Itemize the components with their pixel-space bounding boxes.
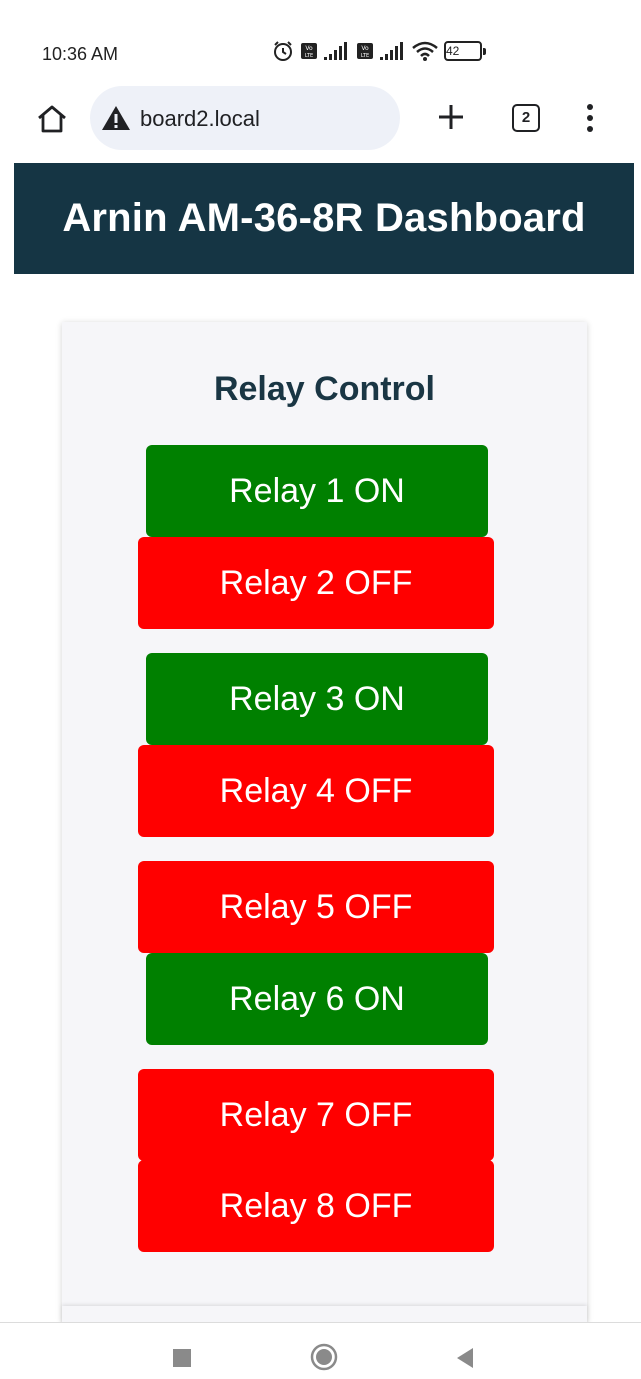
new-tab-button[interactable]	[436, 102, 466, 132]
relay-5-button[interactable]: Relay 5 OFF	[138, 861, 494, 953]
status-bar: 10:36 AM Vo LTE Vo LTE 42	[0, 0, 641, 80]
recents-icon[interactable]	[173, 1349, 191, 1367]
back-icon[interactable]	[456, 1347, 474, 1369]
svg-text:LTE: LTE	[361, 53, 369, 59]
dashboard-header: Arnin AM-36-8R Dashboard	[14, 163, 634, 274]
alarm-icon	[272, 40, 294, 62]
status-time: 10:36 AM	[42, 44, 119, 64]
signal-icon-1	[324, 42, 350, 60]
svg-text:LTE: LTE	[305, 53, 313, 59]
browser-toolbar: board2.local 2	[0, 84, 641, 152]
address-bar[interactable]: board2.local	[90, 86, 400, 150]
wifi-icon	[412, 41, 438, 61]
url-text: board2.local	[140, 106, 260, 131]
warning-icon[interactable]	[100, 104, 132, 137]
signal-icon-2	[380, 42, 406, 60]
relay-3-button[interactable]: Relay 3 ON	[146, 653, 488, 745]
volte-icon: Vo LTE	[300, 41, 318, 61]
status-icons: Vo LTE Vo LTE 42	[272, 40, 486, 62]
battery-icon: 42	[444, 41, 486, 61]
home-button[interactable]	[36, 104, 68, 134]
relay-6-button[interactable]: Relay 6 ON	[146, 953, 488, 1045]
page-title: Arnin AM-36-8R Dashboard	[62, 196, 586, 240]
tab-switcher-button[interactable]: 2	[512, 104, 540, 132]
page: 10:36 AM Vo LTE Vo LTE 42 board2.local 2…	[0, 0, 641, 1379]
home-nav-icon[interactable]	[310, 1343, 338, 1371]
relay-7-button[interactable]: Relay 7 OFF	[138, 1069, 494, 1161]
volte-icon-2: Vo LTE	[356, 41, 374, 61]
plus-icon	[439, 105, 463, 129]
relay-1-button[interactable]: Relay 1 ON	[146, 445, 488, 537]
relay-8-button[interactable]: Relay 8 OFF	[138, 1160, 494, 1252]
relay-4-button[interactable]: Relay 4 OFF	[138, 745, 494, 837]
svg-text:Vo: Vo	[361, 45, 369, 52]
svg-text:Vo: Vo	[305, 45, 313, 52]
more-menu-button[interactable]	[578, 102, 602, 134]
system-nav-bar	[0, 1323, 641, 1379]
battery-level: 42	[444, 41, 482, 61]
more-vert-icon	[587, 104, 593, 132]
home-icon	[38, 105, 66, 133]
card-title: Relay Control	[213, 370, 436, 408]
relay-2-button[interactable]: Relay 2 OFF	[138, 537, 494, 629]
